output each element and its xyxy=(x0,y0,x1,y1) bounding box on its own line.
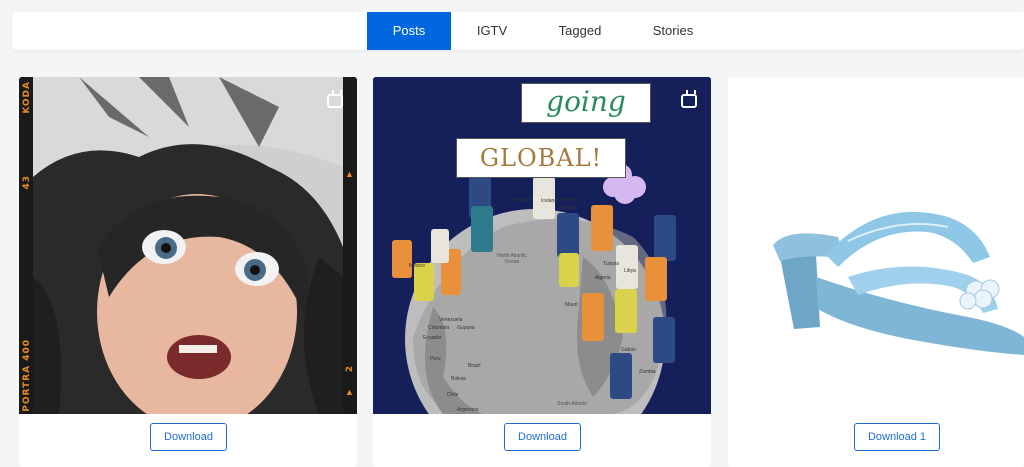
tab-tagged[interactable]: Tagged xyxy=(548,12,612,50)
post-image-going-global[interactable]: going GLOBAL! Greenland Iceland Norway S… xyxy=(373,77,711,414)
download-button[interactable]: Download 1 xyxy=(854,423,940,451)
map-label: Algeria xyxy=(595,275,611,281)
map-label: Mauri xyxy=(565,302,578,308)
globe-map-graphic xyxy=(373,77,711,414)
map-label: Libya xyxy=(624,268,636,274)
map-label: Brazil xyxy=(468,363,481,369)
map-label: Argentina xyxy=(457,407,479,413)
map-label: Peru xyxy=(430,356,441,362)
headline-going-box: going xyxy=(521,83,651,123)
map-label: Colombia xyxy=(428,325,450,331)
map-label: Ecuador xyxy=(423,335,442,341)
tab-posts[interactable]: Posts xyxy=(367,12,451,50)
blue-sandal-photo xyxy=(773,211,1024,355)
map-label: South Atlantic xyxy=(557,401,588,407)
map-label: Zambia xyxy=(639,369,656,375)
film-label-bottom: PORTRA 400 xyxy=(22,339,32,412)
map-label: Norway xyxy=(559,205,576,211)
headline-global: GLOBAL! xyxy=(479,144,603,172)
map-label: Gabon xyxy=(621,347,637,353)
map-label: Guyana xyxy=(457,325,475,331)
map-label: Mexico xyxy=(409,263,425,269)
map-label: Iceland xyxy=(541,198,558,204)
tab-igtv[interactable]: IGTV xyxy=(462,12,522,50)
tab-stories[interactable]: Stories xyxy=(640,12,706,50)
post-card: Download 1 xyxy=(728,77,1024,467)
post-image-sandal[interactable] xyxy=(728,77,1024,414)
igtv-icon xyxy=(681,90,697,108)
download-button[interactable]: Download xyxy=(150,423,227,451)
post-card: going GLOBAL! Greenland Iceland Norway S… xyxy=(373,77,711,467)
headline-going: going xyxy=(546,85,626,118)
post-image-selfie[interactable]: KODA 43 PORTRA 400 ▲ ▲ 2 xyxy=(19,77,357,414)
film-arrow-icon: ▲ xyxy=(345,169,354,179)
film-arrow-icon: ▲ xyxy=(345,387,354,397)
map-label: Greenland xyxy=(509,197,533,203)
map-label: Chile xyxy=(447,392,459,398)
map-label: Tunisia xyxy=(603,261,619,267)
tab-bar: Posts IGTV Tagged Stories xyxy=(12,12,1024,50)
igtv-icon xyxy=(327,90,343,108)
film-label-top: KODA xyxy=(22,81,32,114)
map-label: Bolivia xyxy=(451,376,466,382)
download-button[interactable]: Download xyxy=(504,423,581,451)
map-label: Sweden xyxy=(559,197,578,203)
post-card: KODA 43 PORTRA 400 ▲ ▲ 2 Download xyxy=(19,77,357,467)
map-label: Venezuela xyxy=(439,317,463,323)
headline-global-box: GLOBAL! xyxy=(456,138,626,178)
film-label-middle: 43 xyxy=(22,175,32,190)
film-label-right-number: 2 xyxy=(345,365,355,373)
map-label: North Atlantic Ocean xyxy=(497,253,527,265)
selfie-photo xyxy=(19,77,357,414)
